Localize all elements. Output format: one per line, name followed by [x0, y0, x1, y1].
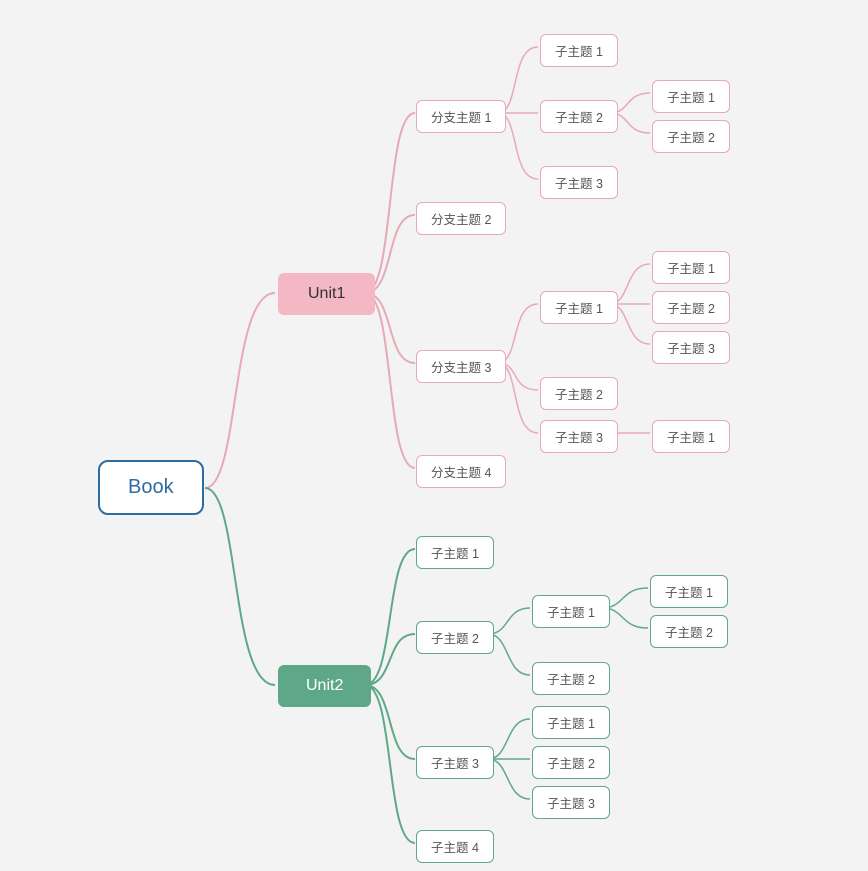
u2-b3-child-2[interactable]: 子主题 2: [532, 746, 610, 779]
unit2-branch-4[interactable]: 子主题 4: [416, 830, 494, 863]
u1-b3-c1-gc1[interactable]: 子主题 1: [652, 251, 730, 284]
u1-b3-child-2[interactable]: 子主题 2: [540, 377, 618, 410]
u2-b2-child-2[interactable]: 子主题 2: [532, 662, 610, 695]
u1-b3-child-3[interactable]: 子主题 3: [540, 420, 618, 453]
unit1-branch-3[interactable]: 分支主题 3: [416, 350, 506, 383]
u1-b1-child-2[interactable]: 子主题 2: [540, 100, 618, 133]
u1-b3-child-1[interactable]: 子主题 1: [540, 291, 618, 324]
u1-b3-c1-gc2[interactable]: 子主题 2: [652, 291, 730, 324]
u2-b2-c1-gc2[interactable]: 子主题 2: [650, 615, 728, 648]
unit1-branch-2[interactable]: 分支主题 2: [416, 202, 506, 235]
unit1-branch-1[interactable]: 分支主题 1: [416, 100, 506, 133]
unit1-branch-4[interactable]: 分支主题 4: [416, 455, 506, 488]
unit2-branch-2[interactable]: 子主题 2: [416, 621, 494, 654]
u2-b2-c1-gc1[interactable]: 子主题 1: [650, 575, 728, 608]
u1-b3-c3-gc1[interactable]: 子主题 1: [652, 420, 730, 453]
unit2-branch-1[interactable]: 子主题 1: [416, 536, 494, 569]
mindmap-canvas: Book Unit1 分支主题 1 分支主题 2 分支主题 3 分支主题 4 子…: [0, 0, 868, 871]
u1-b1-c2-gc2[interactable]: 子主题 2: [652, 120, 730, 153]
root-node[interactable]: Book: [98, 460, 204, 515]
unit2-branch-3[interactable]: 子主题 3: [416, 746, 494, 779]
unit1-node[interactable]: Unit1: [278, 273, 375, 315]
unit2-node[interactable]: Unit2: [278, 665, 371, 707]
u2-b3-child-1[interactable]: 子主题 1: [532, 706, 610, 739]
u1-b1-child-1[interactable]: 子主题 1: [540, 34, 618, 67]
u1-b1-child-3[interactable]: 子主题 3: [540, 166, 618, 199]
u2-b3-child-3[interactable]: 子主题 3: [532, 786, 610, 819]
u1-b1-c2-gc1[interactable]: 子主题 1: [652, 80, 730, 113]
u2-b2-child-1[interactable]: 子主题 1: [532, 595, 610, 628]
u1-b3-c1-gc3[interactable]: 子主题 3: [652, 331, 730, 364]
